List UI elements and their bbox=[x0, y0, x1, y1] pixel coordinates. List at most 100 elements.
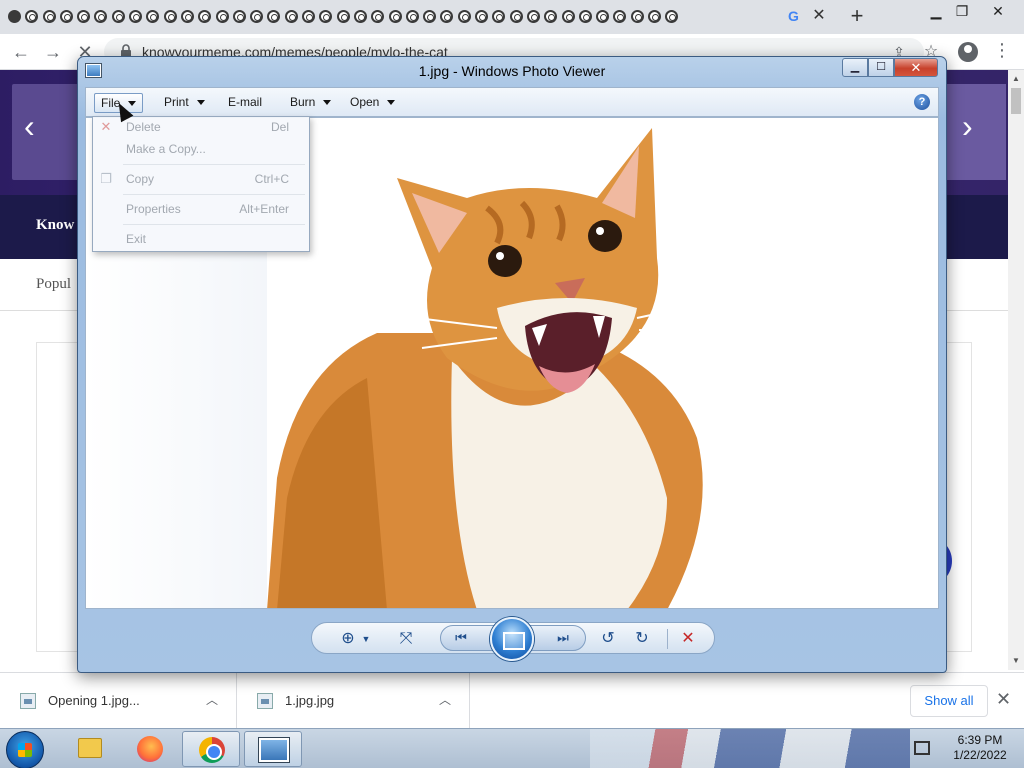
scrollbar-thumb[interactable] bbox=[1011, 88, 1021, 114]
taskbar-photo-viewer[interactable] bbox=[244, 731, 302, 767]
taskbar-chrome[interactable] bbox=[182, 731, 240, 767]
tab-favicon-icon[interactable] bbox=[267, 10, 281, 23]
zoom-dropdown-icon[interactable]: ▼ bbox=[356, 629, 376, 649]
tab-favicon-icon[interactable] bbox=[665, 10, 679, 23]
tab-favicon-icon[interactable] bbox=[440, 10, 454, 23]
menu-burn[interactable]: Burn bbox=[284, 93, 337, 113]
photo-viewer-controls-bar: ⊕ ▼ ⤧ ⏮ ⏭ ↺ ↻ ✕ bbox=[85, 609, 939, 667]
taskbar-firefox[interactable] bbox=[121, 731, 179, 767]
download-item[interactable]: Opening 1.jpg... ︿ bbox=[0, 673, 237, 729]
tab-favicon-icon[interactable] bbox=[163, 10, 177, 23]
scroll-down-icon[interactable]: ▼ bbox=[1012, 656, 1020, 665]
tab-favicon-icon[interactable] bbox=[77, 10, 91, 23]
menu-item-make-copy[interactable]: Make a Copy... bbox=[93, 139, 309, 161]
chrome-close-button[interactable]: ✕ bbox=[986, 2, 1010, 20]
tab-favicon-icon[interactable] bbox=[302, 10, 316, 23]
tab-favicon-icon[interactable] bbox=[336, 10, 350, 23]
chevron-up-icon[interactable]: ︿ bbox=[439, 691, 451, 708]
tab-favicon-icon[interactable] bbox=[198, 10, 212, 23]
tab-favicon-icon[interactable] bbox=[353, 10, 367, 23]
maximize-button[interactable]: ☐ bbox=[868, 58, 894, 77]
tab-favicon-icon[interactable] bbox=[647, 10, 661, 23]
banner-next-arrow-icon[interactable]: › bbox=[962, 108, 973, 145]
start-button[interactable] bbox=[6, 731, 44, 768]
page-scrollbar[interactable]: ▲ ▼ bbox=[1008, 70, 1024, 670]
minimize-button[interactable]: ▁ bbox=[842, 58, 868, 77]
tab-favicon-icon[interactable] bbox=[371, 10, 385, 23]
menu-item-exit[interactable]: Exit bbox=[93, 229, 309, 251]
rotate-clockwise-icon[interactable]: ↻ bbox=[632, 629, 652, 649]
chrome-minimize-button[interactable]: ▁ bbox=[924, 2, 948, 20]
chrome-restore-button[interactable]: ❐ bbox=[950, 2, 974, 20]
tab-favicon-icon[interactable] bbox=[146, 10, 160, 23]
close-downloads-icon[interactable]: ✕ bbox=[996, 689, 1011, 710]
tab-favicon-icon[interactable] bbox=[509, 10, 523, 23]
next-icon[interactable]: ⏭ bbox=[553, 628, 573, 648]
menu-open-label: Open bbox=[350, 95, 380, 109]
download-item[interactable]: 1.jpg.jpg ︿ bbox=[237, 673, 470, 729]
site-nav-label[interactable]: Know bbox=[36, 217, 74, 234]
tab-favicon-icon[interactable] bbox=[180, 10, 194, 23]
menu-item-delete[interactable]: ✕ Delete Del bbox=[93, 117, 309, 139]
tab-favicon-icon[interactable] bbox=[129, 10, 143, 23]
tab-favicon-icon[interactable] bbox=[578, 10, 592, 23]
banner-thumbnail-left[interactable] bbox=[12, 84, 82, 180]
banner-thumbnail-right[interactable] bbox=[944, 84, 1006, 180]
tab-favicon-icon[interactable] bbox=[492, 10, 506, 23]
tab-favicon-icon[interactable] bbox=[405, 10, 419, 23]
menu-item-label: Exit bbox=[126, 232, 147, 246]
back-icon[interactable]: ← bbox=[10, 41, 32, 63]
help-icon[interactable]: ? bbox=[914, 94, 930, 110]
show-all-button[interactable]: Show all bbox=[910, 685, 988, 717]
tab-favicon-icon[interactable] bbox=[232, 10, 246, 23]
previous-icon[interactable]: ⏮ bbox=[451, 628, 471, 648]
tab-favicon-icon[interactable] bbox=[42, 10, 56, 23]
system-clock[interactable]: 6:39 PM 1/22/2022 bbox=[940, 733, 1020, 763]
menu-email-label: E-mail bbox=[228, 95, 263, 109]
tab-favicon-icon[interactable] bbox=[475, 10, 489, 23]
tab-favicon-icon[interactable] bbox=[630, 10, 644, 23]
tab-favicon-icon[interactable] bbox=[613, 10, 627, 23]
tab-favicon-icon[interactable] bbox=[111, 10, 125, 23]
chrome-menu-icon[interactable]: ⋮ bbox=[992, 40, 1012, 61]
tab-favicon-icon[interactable] bbox=[561, 10, 575, 23]
tab-favicon-icon[interactable] bbox=[388, 10, 402, 23]
new-tab-button[interactable]: + bbox=[846, 5, 868, 27]
taskbar-explorer[interactable] bbox=[60, 731, 118, 767]
actual-size-icon[interactable]: ⤧ bbox=[396, 629, 416, 649]
scroll-up-icon[interactable]: ▲ bbox=[1012, 74, 1020, 83]
tab-favicon-icon[interactable] bbox=[94, 10, 108, 23]
tab-favicon-icon[interactable] bbox=[319, 10, 333, 23]
close-button[interactable]: ✕ bbox=[894, 58, 938, 77]
menu-print[interactable]: Print bbox=[158, 93, 211, 113]
chevron-up-icon[interactable]: ︿ bbox=[206, 691, 218, 708]
tab-favicon-icon[interactable] bbox=[215, 10, 229, 23]
tab-favicon-icon[interactable] bbox=[250, 10, 264, 23]
rotate-counterclockwise-icon[interactable]: ↺ bbox=[598, 629, 618, 649]
profile-avatar[interactable] bbox=[958, 42, 978, 62]
menu-item-copy[interactable]: ❐ Copy Ctrl+C bbox=[93, 169, 309, 191]
delete-icon[interactable]: ✕ bbox=[678, 629, 698, 649]
tab-favicon-icon[interactable] bbox=[59, 10, 73, 23]
menu-item-properties[interactable]: Properties Alt+Enter bbox=[93, 199, 309, 221]
tab-close-icon[interactable]: ✕ bbox=[810, 7, 828, 25]
photo-viewer-titlebar[interactable]: 1.jpg - Windows Photo Viewer ▁ ☐ ✕ bbox=[78, 57, 946, 85]
zoom-icon[interactable]: ⊕ bbox=[338, 629, 358, 649]
tab-favicon-icon[interactable] bbox=[284, 10, 298, 23]
site-section-label[interactable]: Popul bbox=[36, 276, 71, 293]
tab-favicons[interactable] bbox=[8, 8, 798, 26]
tab-favicon-icon[interactable] bbox=[25, 10, 39, 23]
tab-favicon-icon[interactable] bbox=[526, 10, 540, 23]
forward-icon[interactable]: → bbox=[42, 41, 64, 63]
tab-favicon-icon[interactable] bbox=[457, 10, 471, 23]
tab-favicon-icon[interactable] bbox=[8, 10, 21, 23]
tab-favicon-icon[interactable] bbox=[423, 10, 437, 23]
menu-email[interactable]: E-mail bbox=[222, 93, 268, 113]
menu-open[interactable]: Open bbox=[344, 93, 401, 113]
banner-prev-arrow-icon[interactable]: ‹ bbox=[24, 108, 35, 145]
network-icon[interactable] bbox=[914, 741, 930, 755]
tab-favicon-icon[interactable] bbox=[544, 10, 558, 23]
slideshow-button[interactable] bbox=[490, 617, 534, 661]
google-tab-icon[interactable]: G bbox=[788, 8, 804, 24]
tab-favicon-icon[interactable] bbox=[596, 10, 610, 23]
